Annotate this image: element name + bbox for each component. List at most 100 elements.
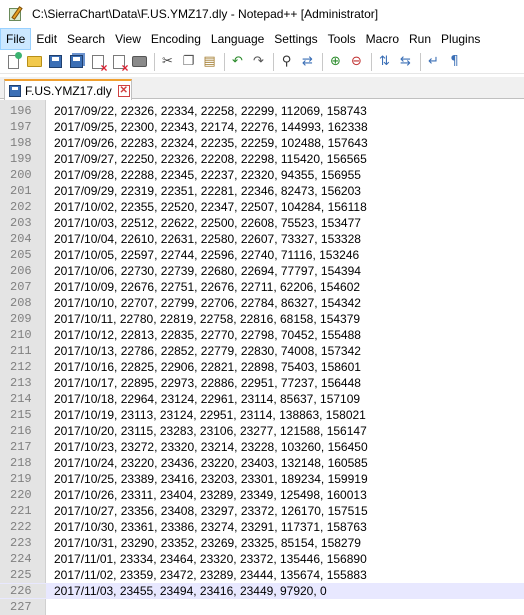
line-number: 205 [10, 248, 32, 262]
line-number: 200 [10, 168, 32, 182]
editor-line[interactable]: 214 2017/10/18, 22964, 23124, 22961, 2311… [0, 391, 524, 407]
editor-line[interactable]: 216 2017/10/20, 23115, 23283, 23106, 2327… [0, 423, 524, 439]
line-number: 215 [10, 408, 32, 422]
line-number: 221 [10, 504, 32, 518]
word-wrap-icon[interactable]: ↵ [424, 52, 443, 71]
line-text: 2017/10/31, 23290, 23352, 23269, 23325, … [54, 536, 361, 550]
redo-icon[interactable]: ↷ [249, 52, 268, 71]
line-number: 220 [10, 488, 32, 502]
line-number: 198 [10, 136, 32, 150]
editor-line[interactable]: 219 2017/10/25, 23389, 23416, 23203, 2330… [0, 471, 524, 487]
line-text: 2017/10/12, 22813, 22835, 22770, 22798, … [54, 328, 361, 342]
menu-view[interactable]: View [110, 28, 146, 50]
open-folder-icon[interactable] [25, 52, 44, 71]
saved-file-icon [9, 84, 21, 97]
line-number: 197 [10, 120, 32, 134]
menu-settings[interactable]: Settings [269, 28, 322, 50]
line-number: 218 [10, 456, 32, 470]
editor-line[interactable]: 203 2017/10/03, 22512, 22622, 22500, 2260… [0, 215, 524, 231]
menu-run[interactable]: Run [404, 28, 436, 50]
editor-line[interactable]: 221 2017/10/27, 23356, 23408, 23297, 2337… [0, 503, 524, 519]
show-all-characters-icon[interactable]: ¶ [445, 52, 464, 71]
find-icon[interactable]: ⚲ [277, 52, 296, 71]
zoom-out-icon[interactable]: ⊖ [347, 52, 366, 71]
editor-line[interactable]: 208 2017/10/10, 22707, 22799, 22706, 2278… [0, 295, 524, 311]
print-icon[interactable] [130, 52, 149, 71]
editor-line[interactable]: 196 2017/09/22, 22326, 22334, 22258, 2229… [0, 103, 524, 119]
save-all-icon[interactable] [67, 52, 86, 71]
new-file-icon[interactable] [4, 51, 23, 71]
line-text: 2017/10/20, 23115, 23283, 23106, 23277, … [54, 424, 367, 438]
close-tab-icon[interactable]: ✕ [117, 84, 130, 97]
editor-line[interactable]: 223 2017/10/31, 23290, 23352, 23269, 2332… [0, 535, 524, 551]
editor-line[interactable]: 213 2017/10/17, 22895, 22973, 22886, 2295… [0, 375, 524, 391]
editor-line[interactable]: 198 2017/09/26, 22283, 22324, 22235, 2225… [0, 135, 524, 151]
toolbar-separator [322, 52, 323, 71]
line-text: 2017/11/02, 23359, 23472, 23289, 23444, … [54, 568, 367, 582]
menu-file[interactable]: File [0, 28, 32, 50]
editor-line[interactable]: 220 2017/10/26, 23311, 23404, 23289, 2334… [0, 487, 524, 503]
zoom-in-icon[interactable]: ⊕ [326, 52, 345, 71]
menu-run-label: Run [409, 32, 432, 46]
editor-line[interactable]: 215 2017/10/19, 23113, 23124, 22951, 2311… [0, 407, 524, 423]
editor-line[interactable]: 222 2017/10/30, 23361, 23386, 23274, 2329… [0, 519, 524, 535]
editor-line[interactable]: 199 2017/09/27, 22250, 22326, 22208, 2229… [0, 151, 524, 167]
replace-icon[interactable]: ⇄ [298, 52, 317, 71]
editor-line[interactable]: 218 2017/10/24, 23220, 23436, 23220, 2340… [0, 455, 524, 471]
line-text: 2017/10/02, 22355, 22520, 22347, 22507, … [54, 200, 367, 214]
line-text: 2017/10/30, 23361, 23386, 23274, 23291, … [54, 520, 367, 534]
sync-horizontal-icon[interactable]: ⇆ [396, 52, 415, 71]
menu-file-label: File [6, 32, 26, 46]
menu-tools[interactable]: Tools [323, 28, 361, 50]
copy-icon[interactable]: ❐ [179, 52, 198, 71]
editor-line[interactable]: 204 2017/10/04, 22610, 22631, 22580, 2260… [0, 231, 524, 247]
line-text: 2017/10/04, 22610, 22631, 22580, 22607, … [54, 232, 361, 246]
line-number: 213 [10, 376, 32, 390]
line-text: 2017/09/27, 22250, 22326, 22208, 22298, … [54, 152, 367, 166]
editor-line[interactable]: 226 2017/11/03, 23455, 23494, 23416, 2344… [0, 583, 524, 599]
line-number: 207 [10, 280, 32, 294]
menu-edit[interactable]: Edit [31, 28, 62, 50]
editor-line[interactable]: 205 2017/10/05, 22597, 22744, 22596, 2274… [0, 247, 524, 263]
line-number: 227 [10, 600, 32, 614]
close-icon[interactable] [88, 52, 108, 74]
editor-area[interactable]: 196 2017/09/22, 22326, 22334, 22258, 2229… [0, 100, 524, 615]
menu-plugins[interactable]: Plugins [436, 28, 485, 50]
editor-line[interactable]: 206 2017/10/06, 22730, 22739, 22680, 2269… [0, 263, 524, 279]
line-text: 2017/10/17, 22895, 22973, 22886, 22951, … [54, 376, 361, 390]
editor-line[interactable]: 224 2017/11/01, 23334, 23464, 23320, 2337… [0, 551, 524, 567]
editor-line[interactable]: 200 2017/09/28, 22288, 22345, 22237, 2232… [0, 167, 524, 183]
toolbar-separator [420, 52, 421, 71]
editor-line[interactable]: 217 2017/10/23, 23272, 23320, 23214, 2322… [0, 439, 524, 455]
menu-macro[interactable]: Macro [361, 28, 404, 50]
line-text: 2017/10/26, 23311, 23404, 23289, 23349, … [54, 488, 367, 502]
line-text: 2017/09/26, 22283, 22324, 22235, 22259, … [54, 136, 368, 150]
editor-line[interactable]: 210 2017/10/12, 22813, 22835, 22770, 2279… [0, 327, 524, 343]
menu-encoding[interactable]: Encoding [146, 28, 206, 50]
editor-line[interactable]: 209 2017/10/11, 22780, 22819, 22758, 2281… [0, 311, 524, 327]
menu-encoding-label: Encoding [150, 32, 201, 46]
editor-line[interactable]: 197 2017/09/25, 22300, 22343, 22174, 2227… [0, 119, 524, 135]
line-number: 223 [10, 536, 32, 550]
menu-language-label: Language [210, 32, 265, 46]
line-number: 226 [0, 584, 46, 598]
undo-icon[interactable]: ↶ [228, 52, 247, 71]
menu-language[interactable]: Language [206, 28, 269, 50]
tab-bar: F.US.YMZ17.dly ✕ [0, 77, 524, 100]
editor-line[interactable]: 225 2017/11/02, 23359, 23472, 23289, 2344… [0, 567, 524, 583]
editor-line[interactable]: 201 2017/09/29, 22319, 22351, 22281, 2234… [0, 183, 524, 199]
editor-line[interactable]: 227 [0, 599, 524, 615]
editor-line[interactable]: 212 2017/10/16, 22825, 22906, 22821, 2289… [0, 359, 524, 375]
save-icon[interactable] [46, 52, 65, 71]
paste-icon[interactable]: ▤ [200, 52, 219, 71]
menu-search[interactable]: Search [62, 28, 110, 50]
line-number: 199 [10, 152, 32, 166]
sync-vertical-icon[interactable]: ⇅ [375, 52, 394, 71]
tab-f-us-ymz17[interactable]: F.US.YMZ17.dly ✕ [4, 79, 132, 100]
cut-icon[interactable]: ✂ [158, 52, 177, 71]
close-all-icon[interactable] [109, 52, 129, 74]
editor-line[interactable]: 211 2017/10/13, 22786, 22852, 22779, 2283… [0, 343, 524, 359]
line-number: 212 [10, 360, 32, 374]
editor-line[interactable]: 207 2017/10/09, 22676, 22751, 22676, 2271… [0, 279, 524, 295]
editor-line[interactable]: 202 2017/10/02, 22355, 22520, 22347, 2250… [0, 199, 524, 215]
